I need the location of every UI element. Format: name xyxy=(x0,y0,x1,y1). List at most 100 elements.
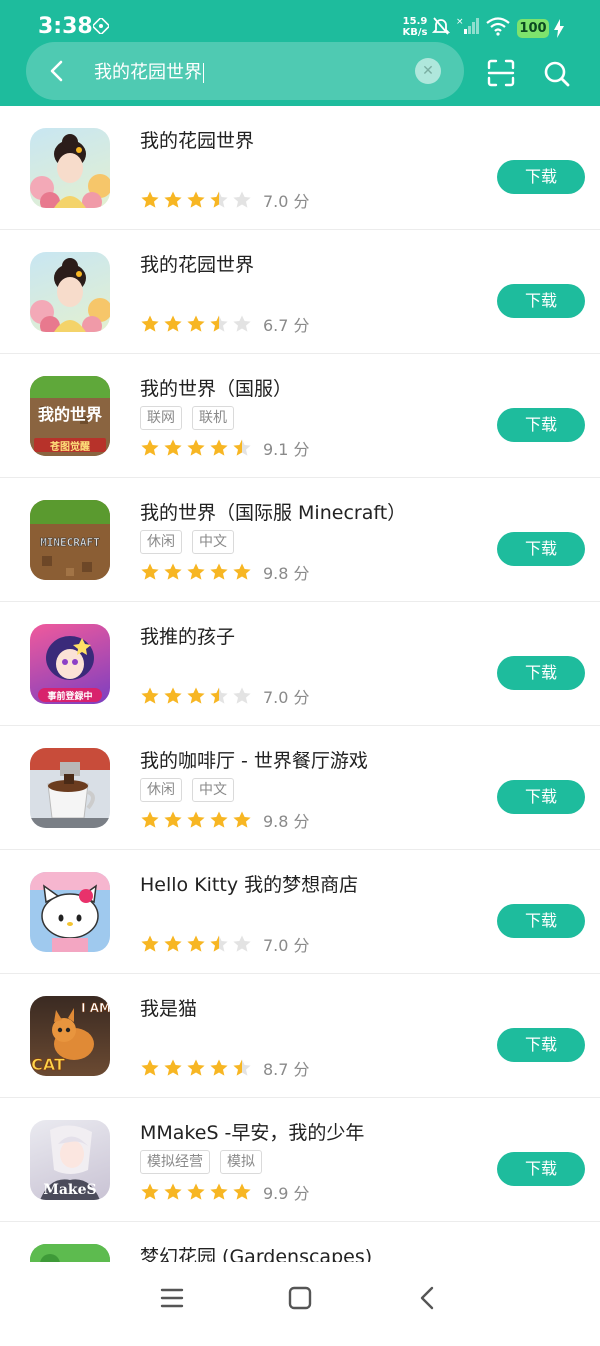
home-icon[interactable] xyxy=(286,1284,314,1312)
app-name[interactable]: 我的世界（国际服 Minecraft） xyxy=(140,498,406,525)
star-icon xyxy=(140,562,160,582)
list-item[interactable]: I AM CAT 我是猫 8.7 分 下载 xyxy=(0,974,600,1098)
minecraft-logo: MINECRAFT xyxy=(40,536,100,549)
cellular-signal-icon: × xyxy=(456,17,479,34)
star-icon xyxy=(163,686,183,706)
garden-world-icon xyxy=(30,134,110,208)
score: 7.0 分 xyxy=(263,936,310,955)
app-name[interactable]: 我的花园世界 xyxy=(140,250,254,277)
download-button[interactable]: 下载 xyxy=(497,1028,585,1062)
star-icon xyxy=(163,1058,183,1078)
app-icon-i-am-cat[interactable]: I AM CAT xyxy=(30,996,110,1076)
download-button[interactable]: 下载 xyxy=(497,532,585,566)
tag: 中文 xyxy=(192,530,234,554)
app-icon-mmakes[interactable]: MakeS xyxy=(30,1120,110,1200)
star-icon xyxy=(232,562,252,582)
score: 6.7 分 xyxy=(263,316,310,335)
list-item[interactable]: 我的世界 苍图觉醒 我的世界（国服） 联网 联机 9.1 分 下载 xyxy=(0,354,600,478)
star-icon xyxy=(186,314,206,334)
app-icon-minecraft[interactable]: MINECRAFT xyxy=(30,500,110,580)
score: 8.7 分 xyxy=(263,1060,310,1079)
list-item[interactable]: 我的花园世界 6.7 分 下载 xyxy=(0,230,600,354)
star-rating xyxy=(140,686,255,707)
app-icon-hello-kitty[interactable] xyxy=(30,872,110,952)
list-item[interactable]: 我的咖啡厅 - 世界餐厅游戏 休闲 中文 9.8 分 下载 xyxy=(0,726,600,850)
download-button[interactable]: 下载 xyxy=(497,656,585,690)
star-icon xyxy=(140,810,160,830)
back-arrow-icon[interactable] xyxy=(46,59,70,83)
app-name[interactable]: 我的世界（国服） xyxy=(140,374,292,401)
list-item[interactable]: Hello Kitty 我的梦想商店 7.0 分 下载 xyxy=(0,850,600,974)
app-icon-garden-world[interactable] xyxy=(30,252,110,332)
net-speed: 15.9 KB/s xyxy=(400,16,430,38)
app-name[interactable]: Hello Kitty 我的梦想商店 xyxy=(140,870,358,897)
star-icon xyxy=(140,686,160,706)
search-input[interactable]: 我的花园世界 xyxy=(94,58,204,84)
star-icon xyxy=(232,1182,252,1202)
cat-title-top: I AM xyxy=(81,1001,110,1015)
menu-icon[interactable] xyxy=(158,1284,186,1312)
list-item[interactable]: 事前登録中 我推的孩子 7.0 分 下载 xyxy=(0,602,600,726)
download-button[interactable]: 下载 xyxy=(497,904,585,938)
oshi-no-ko-icon: 事前登録中 xyxy=(38,636,102,702)
star-icon xyxy=(163,438,183,458)
list-item[interactable]: 我的花园世界 7.0 分 下载 xyxy=(0,106,600,230)
tag: 休闲 xyxy=(140,778,182,802)
search-query[interactable]: 我的花园世界 xyxy=(94,62,202,83)
mmakes-logo: MakeS xyxy=(43,1182,96,1198)
app-name[interactable]: 我的花园世界 xyxy=(140,126,254,153)
star-icon xyxy=(209,934,229,954)
search-bar[interactable]: 我的花园世界 ✕ xyxy=(26,42,464,100)
download-button[interactable]: 下载 xyxy=(497,408,585,442)
app-name[interactable]: 我推的孩子 xyxy=(140,622,235,649)
tag: 休闲 xyxy=(140,530,182,554)
app-name[interactable]: 我是猫 xyxy=(140,994,197,1021)
rating: 9.8 分 xyxy=(140,808,310,831)
app-name[interactable]: MMakeS -早安，我的少年 xyxy=(140,1118,364,1145)
download-button[interactable]: 下载 xyxy=(497,160,585,194)
nav-back-icon[interactable] xyxy=(414,1284,442,1312)
star-icon xyxy=(209,438,229,458)
tag-list: 联网 联机 xyxy=(140,406,244,430)
score: 9.1 分 xyxy=(263,440,310,459)
star-icon xyxy=(140,438,160,458)
scan-button-icon[interactable] xyxy=(487,59,515,87)
app-icon-minecraft-cn[interactable]: 我的世界 苍图觉醒 xyxy=(30,376,110,456)
minecraft-icon: MINECRAFT xyxy=(30,500,110,580)
list-item[interactable]: MakeS MMakeS -早安，我的少年 模拟经营 模拟 9.9 分 下载 xyxy=(0,1098,600,1222)
score: 9.8 分 xyxy=(263,812,310,831)
download-button[interactable]: 下载 xyxy=(497,780,585,814)
star-icon xyxy=(140,934,160,954)
star-rating xyxy=(140,1182,255,1203)
star-icon xyxy=(232,438,252,458)
list-item[interactable]: MINECRAFT 我的世界（国际服 Minecraft） 休闲 中文 9.8 分… xyxy=(0,478,600,602)
rating: 8.7 分 xyxy=(140,1056,310,1079)
download-button[interactable]: 下载 xyxy=(497,284,585,318)
clear-icon[interactable]: ✕ xyxy=(422,63,434,79)
app-name[interactable]: 我的咖啡厅 - 世界餐厅游戏 xyxy=(140,746,368,773)
status-time: 3:38 xyxy=(38,14,93,39)
star-icon xyxy=(232,1058,252,1078)
search-button-icon[interactable] xyxy=(543,60,571,88)
tag: 模拟 xyxy=(220,1150,262,1174)
star-rating xyxy=(140,1058,255,1079)
download-button[interactable]: 下载 xyxy=(497,1152,585,1186)
app-icon-oshi-no-ko[interactable]: 事前登録中 xyxy=(30,624,110,704)
star-icon xyxy=(163,190,183,210)
star-icon xyxy=(209,686,229,706)
tag: 联机 xyxy=(192,406,234,430)
star-icon xyxy=(163,934,183,954)
app-icon-garden-world[interactable] xyxy=(30,128,110,208)
star-icon xyxy=(163,562,183,582)
app-icon-my-cafe[interactable] xyxy=(30,748,110,828)
clear-search-button[interactable]: ✕ xyxy=(415,58,441,84)
hello-kitty-icon xyxy=(30,872,110,952)
rating: 7.0 分 xyxy=(140,684,310,707)
star-icon xyxy=(232,810,252,830)
star-icon xyxy=(209,562,229,582)
star-icon xyxy=(140,1058,160,1078)
star-icon xyxy=(163,314,183,334)
status-bar: 3:38 15.9 KB/s × 100 xyxy=(0,0,600,40)
star-icon xyxy=(163,810,183,830)
mmakes-icon: MakeS xyxy=(40,1125,100,1200)
